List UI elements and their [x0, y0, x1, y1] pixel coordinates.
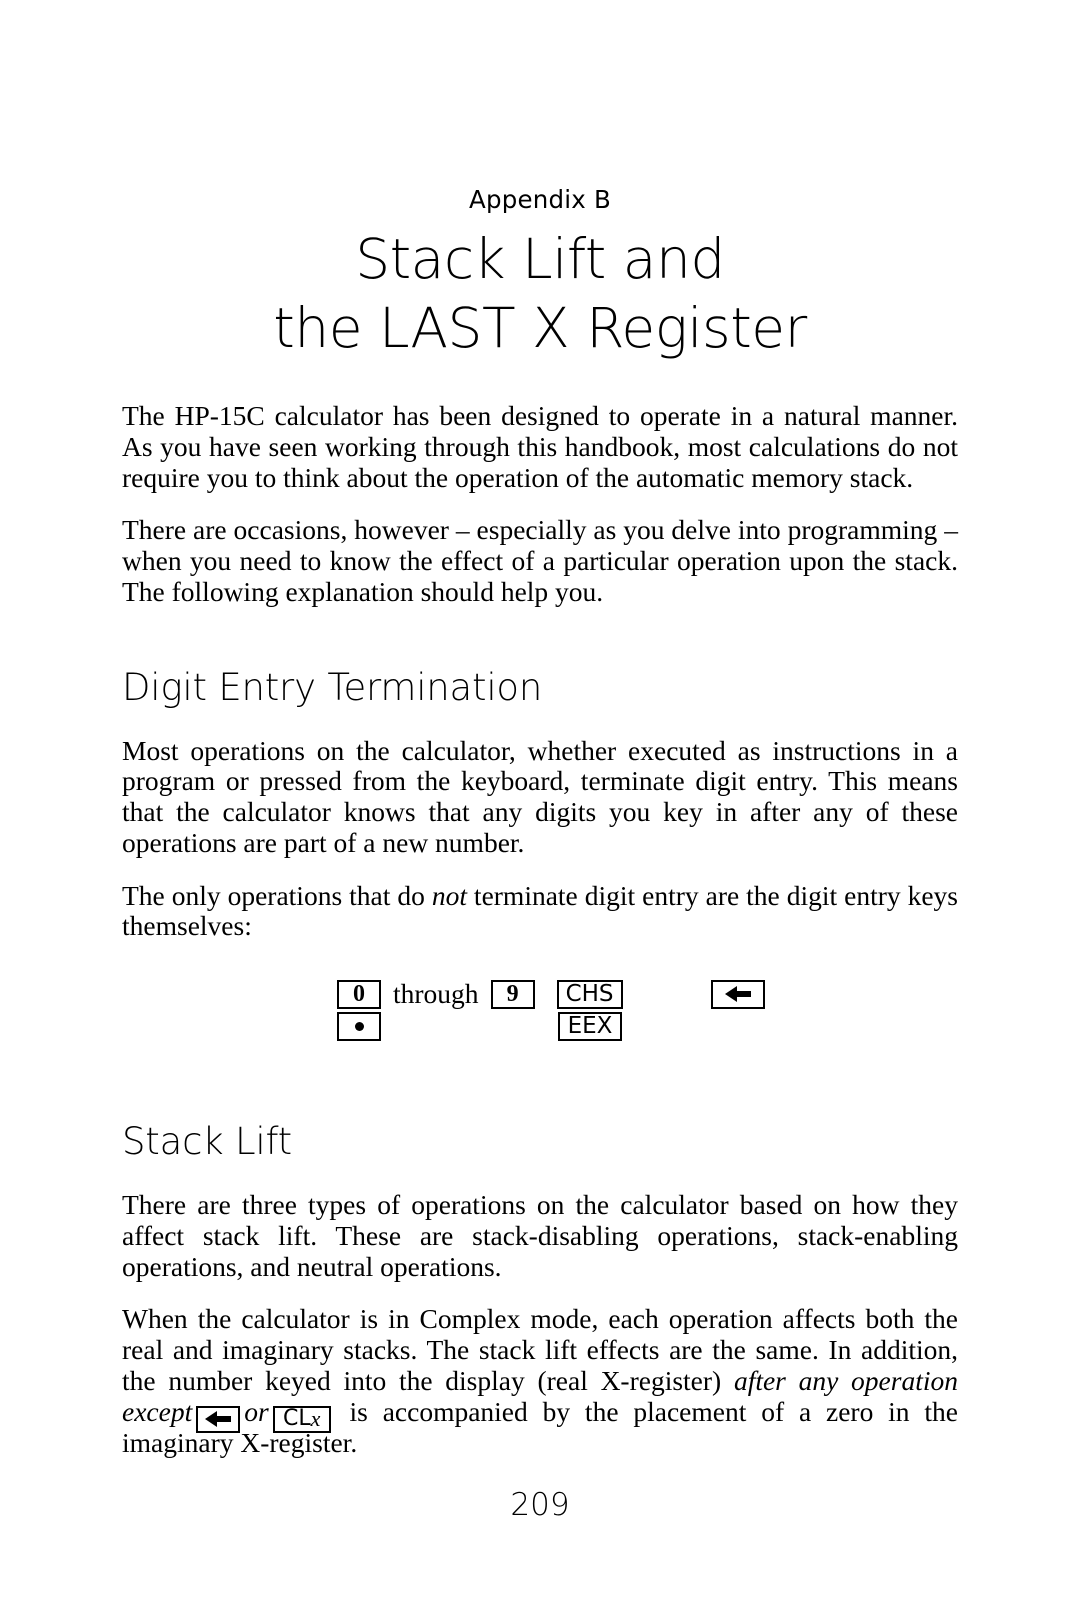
through-label: through: [393, 978, 479, 1010]
left-arrow-icon: [724, 986, 751, 1003]
intro-paragraph-1: The HP-15C calculator has been designed …: [122, 400, 958, 493]
stack-lift-paragraph-1: There are three types of operations on t…: [122, 1188, 958, 1282]
key-diagram-row-1: 0 through 9 CHS: [122, 978, 958, 1010]
stack-lift-paragraph-2: When the calculator is in Complex mode, …: [122, 1304, 958, 1458]
dot-icon: [354, 1022, 364, 1032]
key-chs[interactable]: CHS: [556, 979, 623, 1009]
digit-entry-paragraph-2-before: The only operations that do: [122, 879, 432, 911]
key-backspace[interactable]: [710, 979, 765, 1009]
appendix-label: Appendix B: [469, 185, 611, 214]
digit-entry-paragraph-2-emphasis: not: [431, 879, 467, 911]
key-clx-inline[interactable]: CL x: [272, 1405, 331, 1433]
digit-entry-key-diagram: 0 through 9 CHS EEX: [122, 978, 958, 1060]
key-eex[interactable]: EEX: [558, 1012, 622, 1042]
left-arrow-icon: [205, 1411, 232, 1428]
intro-section: The HP-15C calculator has been designed …: [122, 400, 958, 608]
document-page: Appendix B Stack Lift and the LAST X Reg…: [0, 0, 1080, 1620]
key-clx-prefix: CL: [282, 1406, 311, 1432]
intro-paragraph-2: There are occasions, however – especiall…: [122, 514, 958, 608]
page-title-line-2: the LAST X Register: [273, 296, 807, 361]
stack-lift-paragraph-2-emphasis-2: or: [244, 1395, 269, 1427]
key-backspace-inline[interactable]: [196, 1405, 241, 1433]
digit-entry-paragraph-1: Most operations on the calculator, wheth…: [122, 734, 958, 858]
key-decimal-point[interactable]: [337, 1012, 381, 1042]
key-diagram-row-2: EEX: [122, 1012, 958, 1042]
key-zero[interactable]: 0: [337, 979, 381, 1009]
page-title: Stack Lift and the LAST X Register: [122, 225, 958, 365]
page-number: 209: [510, 1487, 570, 1523]
section-heading-digit-entry-termination: Digit Entry Termination: [122, 665, 543, 709]
key-nine[interactable]: 9: [490, 979, 535, 1009]
page-title-line-1: Stack Lift and: [355, 226, 725, 291]
section-heading-stack-lift: Stack Lift: [122, 1120, 292, 1164]
key-clx-suffix: x: [310, 1406, 321, 1432]
digit-entry-paragraph-2: The only operations that do not terminat…: [122, 879, 958, 943]
